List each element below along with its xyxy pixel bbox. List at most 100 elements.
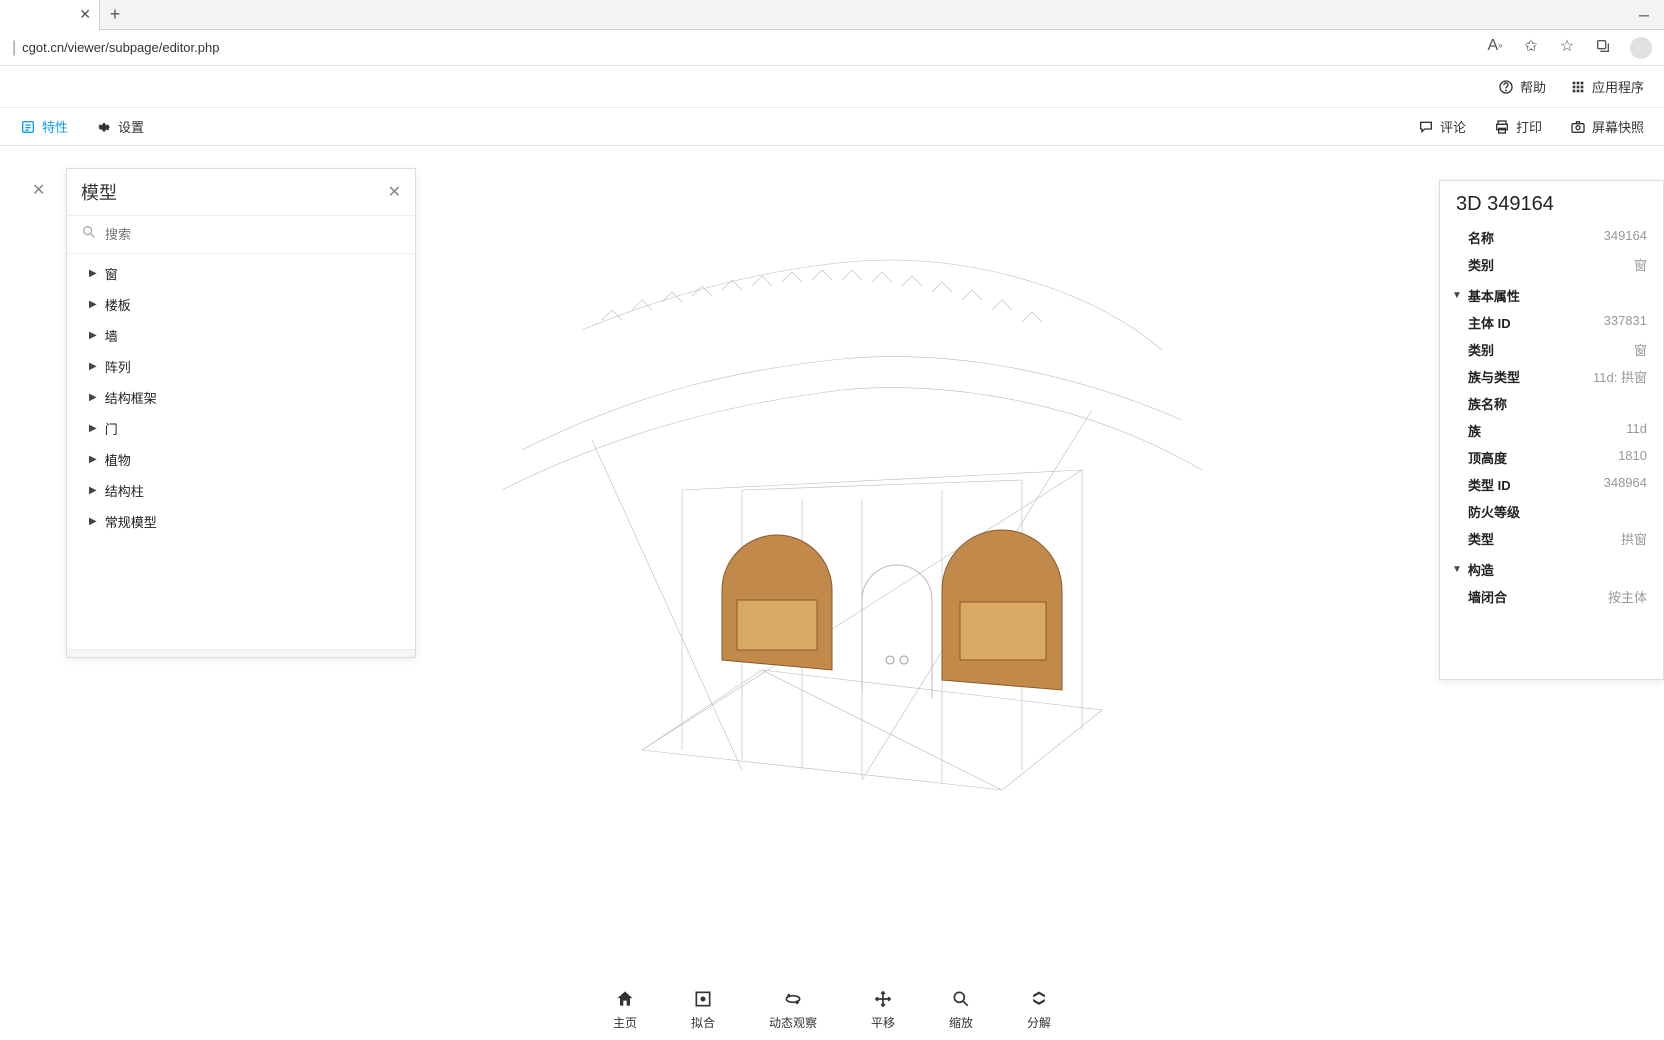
- explode-button[interactable]: 分解: [1027, 988, 1051, 1031]
- tree-item-label: 窗: [105, 264, 118, 283]
- tree-item[interactable]: ▶墙: [67, 320, 415, 351]
- panel-strip-close-icon[interactable]: ✕: [32, 180, 45, 200]
- property-value: 按主体: [1608, 587, 1647, 606]
- profile-avatar[interactable]: [1630, 37, 1652, 59]
- tree-item[interactable]: ▶窗: [67, 258, 415, 289]
- browser-tab[interactable]: ✕: [0, 0, 100, 30]
- chevron-right-icon: ▶: [89, 268, 97, 279]
- tree-item[interactable]: ▶ 楼板: [67, 289, 415, 320]
- chevron-right-icon: ▶: [89, 485, 97, 496]
- collections-icon[interactable]: [1594, 37, 1612, 55]
- url-separator: |: [12, 39, 16, 57]
- apps-label: 应用程序: [1592, 77, 1644, 96]
- fit-button[interactable]: 拟合: [691, 988, 715, 1031]
- comment-icon: [1418, 119, 1434, 135]
- property-row: 名称349164: [1440, 224, 1663, 251]
- property-row: 类型拱窗: [1440, 525, 1663, 552]
- apps-button[interactable]: 应用程序: [1570, 77, 1644, 96]
- tree-item-label: 常规模型: [105, 512, 157, 531]
- pan-icon: [873, 988, 893, 1010]
- zoom-button[interactable]: 缩放: [949, 988, 973, 1031]
- close-icon[interactable]: ✕: [79, 6, 91, 23]
- zoom-icon: [951, 988, 971, 1010]
- tree-item[interactable]: ▶ 常规模型: [67, 506, 415, 537]
- property-value: 348964: [1604, 475, 1647, 494]
- search-input[interactable]: [105, 227, 401, 242]
- property-label: 主体 ID: [1468, 313, 1604, 332]
- property-row: 类型 ID348964: [1440, 471, 1663, 498]
- help-button[interactable]: 帮助: [1498, 77, 1546, 96]
- toolbar-label: 缩放: [949, 1014, 973, 1031]
- pan-button[interactable]: 平移: [871, 988, 895, 1031]
- screenshot-button[interactable]: 屏幕快照: [1570, 117, 1644, 136]
- property-value: 337831: [1604, 313, 1647, 332]
- properties-tab[interactable]: 特性: [20, 117, 68, 136]
- minimize-button[interactable]: ─: [1624, 0, 1664, 30]
- property-row: 类别窗: [1440, 251, 1663, 278]
- address-bar: | cgot.cn/viewer/subpage/editor.php A» ✩…: [0, 30, 1664, 66]
- property-value: 1810: [1618, 448, 1647, 467]
- section-construct[interactable]: ▼ 构造: [1440, 552, 1663, 583]
- toolbar-label: 动态观察: [769, 1014, 817, 1031]
- settings-label: 设置: [118, 117, 144, 136]
- print-button[interactable]: 打印: [1494, 117, 1542, 136]
- search-icon: [81, 224, 97, 245]
- settings-tab[interactable]: 设置: [96, 117, 144, 136]
- explode-icon: [1029, 988, 1049, 1010]
- property-label: 顶高度: [1468, 448, 1618, 467]
- property-value: 窗: [1634, 340, 1647, 359]
- chevron-right-icon: ▶: [89, 330, 97, 341]
- tree-item-label: 结构框架: [105, 388, 157, 407]
- screenshot-label: 屏幕快照: [1592, 117, 1644, 136]
- star-outline-icon[interactable]: ✩: [1522, 37, 1540, 55]
- app-topbar: 帮助 应用程序: [0, 66, 1664, 108]
- property-row: 类别窗: [1440, 336, 1663, 363]
- property-value: 11d: 拱窗: [1593, 367, 1647, 386]
- section-basic[interactable]: ▼ 基本属性: [1440, 278, 1663, 309]
- comments-label: 评论: [1440, 117, 1466, 136]
- chevron-right-icon: ▶: [89, 361, 97, 372]
- panel-resize-handle[interactable]: [67, 649, 415, 657]
- chevron-right-icon: ▶: [89, 299, 97, 310]
- url-text[interactable]: cgot.cn/viewer/subpage/editor.php: [22, 40, 219, 55]
- property-value: 349164: [1604, 228, 1647, 247]
- property-label: 族名称: [1468, 394, 1647, 413]
- chevron-right-icon: ▶: [89, 516, 97, 527]
- toolbar-label: 分解: [1027, 1014, 1051, 1031]
- view-toolbar: 主页 拟合 动态观察 平移 缩放 分解: [0, 978, 1664, 1040]
- toolbar-label: 主页: [613, 1014, 637, 1031]
- property-row: 墙闭合按主体: [1440, 583, 1663, 610]
- reading-mode-icon[interactable]: A»: [1486, 37, 1504, 55]
- tree-item[interactable]: ▶植物: [67, 444, 415, 475]
- tree-item-label: 门: [105, 419, 118, 438]
- list-icon: [20, 119, 36, 135]
- tree-item[interactable]: ▶阵列: [67, 351, 415, 382]
- camera-icon: [1570, 119, 1586, 135]
- orbit-button[interactable]: 动态观察: [769, 988, 817, 1031]
- properties-label: 特性: [42, 117, 68, 136]
- property-label: 类型: [1468, 529, 1621, 548]
- home-icon: [615, 988, 635, 1010]
- tree-item-label: 植物: [105, 450, 131, 469]
- tree-item[interactable]: ▶门: [67, 413, 415, 444]
- browser-tab-strip: ✕ + ─: [0, 0, 1664, 30]
- help-label: 帮助: [1520, 77, 1546, 96]
- tree-item[interactable]: ▶结构柱: [67, 475, 415, 506]
- property-value: 11d: [1626, 421, 1647, 440]
- model-wireframe: [442, 190, 1222, 850]
- print-label: 打印: [1516, 117, 1542, 136]
- orbit-icon: [783, 988, 803, 1010]
- tree-item[interactable]: ▶结构框架: [67, 382, 415, 413]
- model-tree-panel: 模型 ✕ ▶窗▶楼板▶墙▶阵列▶结构框架▶门▶植物▶结构柱▶常规模型: [66, 168, 416, 658]
- section-label: 构造: [1468, 560, 1494, 579]
- close-icon[interactable]: ✕: [388, 182, 401, 202]
- home-button[interactable]: 主页: [613, 988, 637, 1031]
- tree-item-label: 楼板: [105, 295, 131, 314]
- favorites-icon[interactable]: ☆: [1558, 37, 1576, 55]
- property-label: 类别: [1468, 255, 1634, 274]
- comments-button[interactable]: 评论: [1418, 117, 1466, 136]
- gear-icon: [96, 119, 112, 135]
- properties-panel: 3D 349164 名称349164类别窗 ▼ 基本属性 主体 ID337831…: [1439, 180, 1664, 680]
- new-tab-button[interactable]: +: [100, 4, 130, 25]
- toolbar-label: 平移: [871, 1014, 895, 1031]
